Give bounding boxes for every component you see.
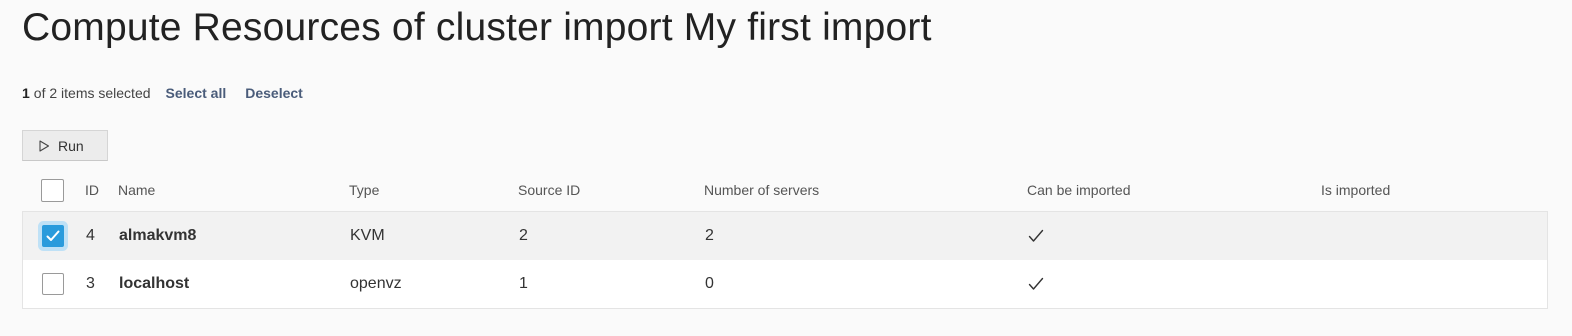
selection-text: of 2 items selected [33, 85, 151, 101]
row-checkbox-cell [42, 212, 64, 260]
checkmark-icon [46, 230, 60, 241]
column-header-number-of-servers[interactable]: Number of servers [704, 170, 819, 210]
check-icon [1028, 229, 1044, 242]
row-can-be-imported [1028, 260, 1044, 308]
row-name[interactable]: localhost [119, 260, 189, 308]
row-source-id: 2 [519, 227, 528, 244]
row-type: openvz [350, 275, 402, 292]
selection-count: 1 [22, 85, 30, 101]
page: Compute Resources of cluster import My f… [0, 0, 1572, 336]
column-header-is-imported[interactable]: Is imported [1321, 170, 1390, 210]
column-header-type[interactable]: Type [349, 170, 379, 210]
run-button[interactable]: Run [22, 130, 108, 161]
table-row[interactable]: 3 localhost openvz 1 0 [22, 260, 1548, 309]
column-header-name[interactable]: Name [118, 170, 155, 210]
row-can-be-imported [1028, 212, 1044, 260]
page-title: Compute Resources of cluster import My f… [22, 6, 932, 49]
select-all-checkbox[interactable] [41, 178, 64, 202]
column-header-source-id[interactable]: Source ID [518, 170, 580, 210]
row-type: KVM [350, 227, 385, 244]
row-id: 3 [86, 275, 95, 292]
row-number-of-servers: 2 [705, 227, 714, 244]
row-id: 4 [86, 227, 95, 244]
row-checkbox[interactable] [42, 273, 64, 295]
row-number-of-servers: 0 [705, 275, 714, 292]
selection-bar: 1 of 2 items selected Select all Deselec… [22, 84, 303, 102]
select-all-checkbox-cell [41, 170, 64, 210]
column-header-id[interactable]: ID [85, 170, 99, 210]
check-icon [1028, 277, 1044, 290]
deselect-link[interactable]: Deselect [245, 85, 303, 101]
row-name[interactable]: almakvm8 [119, 212, 196, 260]
row-checkbox-cell [42, 260, 64, 308]
table-header: ID Name Type Source ID Number of servers… [22, 170, 1548, 210]
row-source-id: 1 [519, 275, 528, 292]
row-checkbox[interactable] [42, 225, 64, 247]
table-row[interactable]: 4 almakvm8 KVM 2 2 [22, 211, 1548, 261]
play-icon [39, 139, 50, 152]
column-header-can-be-imported[interactable]: Can be imported [1027, 170, 1131, 210]
select-all-link[interactable]: Select all [166, 85, 227, 101]
run-button-label: Run [58, 137, 84, 154]
